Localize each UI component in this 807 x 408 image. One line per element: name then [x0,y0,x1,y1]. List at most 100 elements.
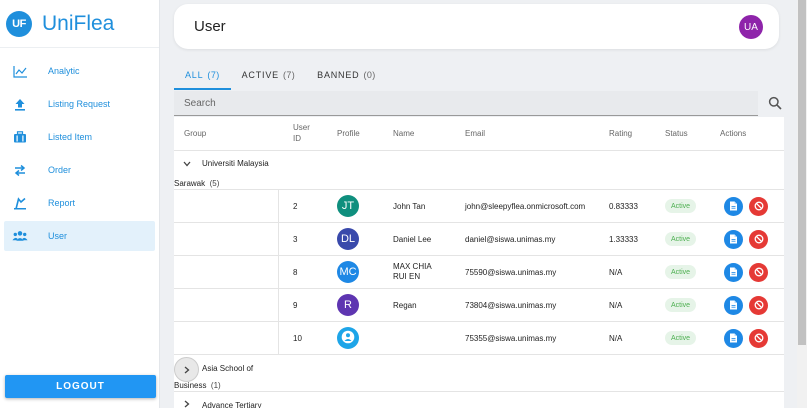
sidebar-nav: Analytic Listing Request Listed Item Ord… [0,48,159,251]
group-label: Sarawak (5) [174,178,219,189]
sidebar-item-listed-item[interactable]: Listed Item [4,122,155,152]
chevron-right-icon [184,395,190,408]
column-header-name[interactable]: Name [393,128,414,139]
ban-user-button[interactable] [749,263,768,282]
ban-user-button[interactable] [749,230,768,249]
email-cell: john@sleepyflea.onmicrosoft.com [465,202,586,211]
column-header-user-id[interactable]: User ID [293,122,317,144]
logout-button[interactable]: LOGOUT [5,375,156,398]
group-count: (5) [209,179,220,188]
group-name-line1: Asia School of [202,364,254,373]
upload-icon [12,96,28,112]
user-id-cell: 10 [293,334,302,343]
tab-count: (7) [282,70,296,80]
document-icon [729,231,738,249]
column-header-group[interactable]: Group [184,128,206,139]
group-row-advance-tertiary: Advance Tertiary [174,392,784,408]
group-name-line2: Business [174,381,207,390]
group-cell [174,190,279,222]
block-icon [754,198,764,216]
sidebar: UF UniFlea Analytic Listing Request List… [0,0,160,408]
rating-cell: 1.33333 [609,235,638,244]
ban-user-button[interactable] [749,329,768,348]
tab-count: (7) [207,70,220,80]
name-cell: Regan [393,301,417,310]
view-user-button[interactable] [724,263,743,282]
brand[interactable]: UF UniFlea [0,0,159,48]
name-cell: MAX CHIA RUI EN [393,262,432,281]
page-title: User [194,18,226,35]
rating-cell: 0.83333 [609,202,638,211]
avatar [337,327,359,349]
group-count: (1) [210,381,221,390]
view-user-button[interactable] [724,296,743,315]
person-icon [341,330,355,347]
chevron-down-icon [183,154,191,172]
avatar[interactable]: UA [739,15,763,39]
group-cell [174,256,279,288]
view-user-button[interactable] [724,329,743,348]
group-cell [174,289,279,321]
block-icon [754,330,764,348]
filter-tabs: ALL (7) ACTIVE (7) BANNED (0) [174,64,387,90]
group-toggle-button[interactable] [178,395,196,408]
table-header: Group User ID Profile Name Email Rating … [174,117,784,151]
group-toggle-button[interactable] [174,357,199,382]
sidebar-item-label: User [48,231,68,241]
sidebar-item-report[interactable]: Report [4,188,155,218]
block-icon [754,297,764,315]
name-cell: John Tan [393,202,426,211]
search-icon[interactable] [768,96,784,112]
sidebar-item-listing-request[interactable]: Listing Request [4,89,155,119]
column-header-email[interactable]: Email [465,128,485,139]
email-cell: daniel@siswa.unimas.my [465,235,556,244]
ban-user-button[interactable] [749,197,768,216]
header-card: User UA [174,4,779,49]
group-label: Business (1) [174,380,221,391]
table-row: 2 JT John Tan john@sleepyflea.onmicrosof… [174,190,784,223]
chart-line-icon [12,63,28,79]
email-cell: 75590@siswa.unimas.my [465,268,557,277]
tab-banned[interactable]: BANNED (0) [306,64,387,90]
group-toggle-button[interactable] [178,154,196,172]
sidebar-item-analytic[interactable]: Analytic [4,56,155,86]
column-header-actions[interactable]: Actions [720,128,746,139]
tab-all[interactable]: ALL (7) [174,64,231,90]
view-user-button[interactable] [724,197,743,216]
group-cell [174,322,279,354]
ban-user-button[interactable] [749,296,768,315]
user-id-cell: 3 [293,235,298,244]
sidebar-item-user[interactable]: User [4,221,155,251]
user-table: Group User ID Profile Name Email Rating … [174,117,784,408]
briefcase-icon [12,129,28,145]
sidebar-item-label: Report [48,198,76,208]
column-header-rating[interactable]: Rating [609,128,632,139]
sidebar-item-order[interactable]: Order [4,155,155,185]
tab-label: ALL [185,70,204,80]
document-icon [729,198,738,216]
tab-active[interactable]: ACTIVE (7) [231,64,307,90]
scrollbar-thumb[interactable] [798,0,806,345]
rating-cell: N/A [609,268,623,277]
status-badge: Active [665,331,697,345]
user-id-cell: 9 [293,301,298,310]
avatar: MC [337,261,359,283]
brand-logo-icon: UF [6,10,32,37]
group-row-asia-school: Asia School of Business (1) [174,355,784,392]
users-icon [12,228,28,244]
sidebar-item-label: Analytic [48,66,80,76]
page-scrollbar[interactable] [797,0,807,408]
status-badge: Active [665,298,697,312]
avatar: JT [337,195,359,217]
column-header-status[interactable]: Status [665,128,688,139]
search-input[interactable] [174,91,758,115]
report-icon [12,195,28,211]
column-header-profile[interactable]: Profile [337,128,360,139]
view-user-button[interactable] [724,230,743,249]
group-cell [174,223,279,255]
status-badge: Active [665,232,697,246]
table-row: 8 MC MAX CHIA RUI EN 75590@siswa.unimas.… [174,256,784,289]
group-name-line1: Advance Tertiary [202,401,262,408]
swap-arrows-icon [12,162,28,178]
name-cell: Daniel Lee [393,235,432,244]
